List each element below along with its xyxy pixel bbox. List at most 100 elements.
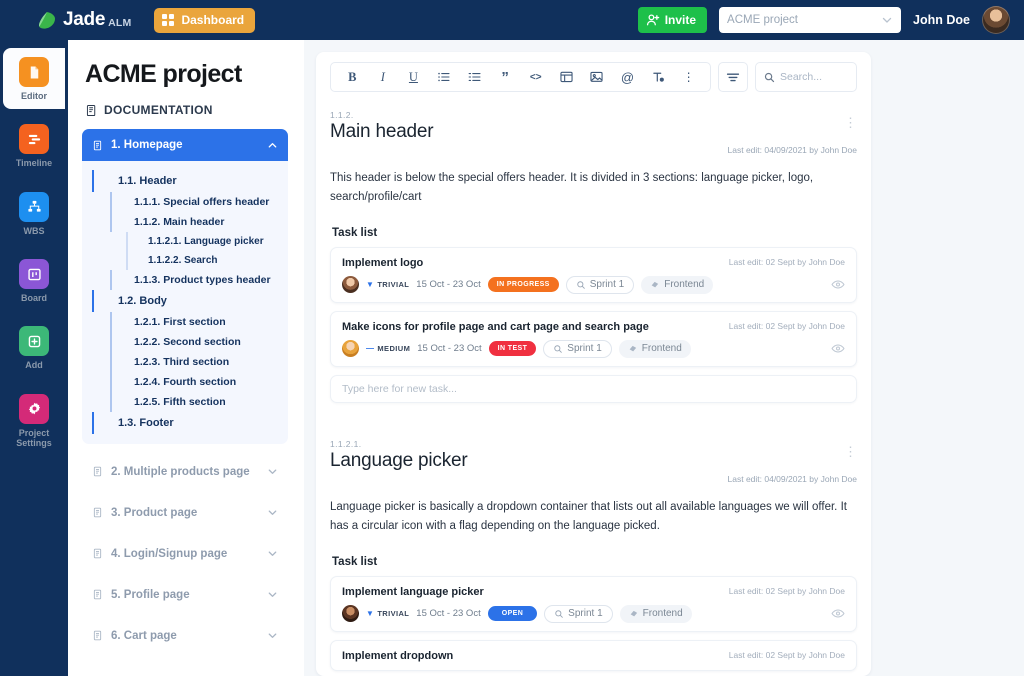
table-button[interactable]	[556, 66, 576, 88]
tree-node-1-2[interactable]: 1.2. Body	[92, 290, 288, 312]
mention-button[interactable]: @	[617, 66, 637, 88]
tree-node-1-2-5[interactable]: 1.2.5. Fifth section	[110, 392, 288, 412]
task-row-meta: ▼ TRIVIAL 15 Oct - 23 Oct OPEN Sprint 1	[342, 604, 845, 623]
chevron-down-icon[interactable]	[267, 589, 278, 600]
tree-node-1-2-2[interactable]: 1.2.2. Second section	[110, 332, 288, 352]
task-row[interactable]: Implement dropdown Last edit: 02 Sept by…	[330, 639, 857, 671]
tree-node-1-1-2-2[interactable]: 1.1.2.2. Search	[126, 251, 288, 270]
image-button[interactable]	[587, 66, 607, 88]
task-priority[interactable]: ▼ TRIVIAL	[366, 609, 409, 618]
task-assignee-avatar[interactable]	[342, 276, 359, 294]
bullet-list-button[interactable]	[434, 66, 454, 88]
task-tag-chip[interactable]: Frontend	[619, 604, 692, 623]
document-scroll-area[interactable]: 1.1.2. Main header ⋮ Last edit: 04/09/20…	[316, 102, 871, 674]
tree-node-1-2-4[interactable]: 1.2.4. Fourth section	[110, 372, 288, 392]
task-row[interactable]: Implement logo Last edit: 02 Sept by Joh…	[330, 246, 857, 303]
book-icon	[85, 104, 98, 117]
sidebar-item-project-settings[interactable]: Project Settings	[3, 385, 65, 457]
eye-icon[interactable]	[831, 279, 845, 290]
task-row[interactable]: Make icons for profile page and cart pag…	[330, 310, 857, 367]
documentation-header[interactable]: DOCUMENTATION	[85, 103, 288, 117]
sidebar-item-board[interactable]: Board	[3, 250, 65, 311]
quote-button[interactable]: ”	[495, 66, 515, 88]
clear-format-button[interactable]	[648, 66, 668, 88]
eye-icon[interactable]	[831, 608, 845, 619]
sidebar-item-wbs[interactable]: WBS	[3, 183, 65, 244]
task-assignee-avatar[interactable]	[342, 605, 359, 623]
task-title: Implement language picker	[342, 585, 484, 598]
dashboard-button[interactable]: Dashboard	[154, 7, 256, 33]
section-title: Main header	[330, 121, 434, 142]
sidebar-item-add[interactable]: Add	[3, 317, 65, 378]
task-sprint-chip[interactable]: Sprint 1	[544, 604, 613, 623]
task-dates[interactable]: 15 Oct - 23 Oct	[416, 279, 480, 290]
task-priority[interactable]: ▼ TRIVIAL	[366, 280, 409, 289]
grid-icon	[162, 14, 175, 26]
chevron-down-icon[interactable]	[267, 548, 278, 559]
code-button[interactable]: <>	[526, 66, 546, 88]
task-tag-chip[interactable]: Frontend	[618, 339, 691, 358]
italic-button[interactable]: I	[373, 66, 393, 88]
tree-node-1-1-1[interactable]: 1.1.1. Special offers header	[110, 192, 288, 212]
tree-node-1-1-2-1[interactable]: 1.1.2.1. Language picker	[126, 232, 288, 251]
chevron-up-icon[interactable]	[267, 140, 278, 151]
status-badge[interactable]: IN PROGRESS	[487, 277, 559, 293]
tree-node-1-1-3[interactable]: 1.1.3. Product types header	[110, 270, 288, 290]
chevron-down-icon[interactable]	[267, 507, 278, 518]
status-badge[interactable]: OPEN	[487, 606, 538, 622]
task-priority[interactable]: — MEDIUM	[366, 344, 410, 353]
bold-button[interactable]: B	[342, 66, 362, 88]
tree-profile-page[interactable]: 5. Profile page	[82, 574, 288, 615]
avatar[interactable]	[982, 6, 1010, 34]
section-more-icon[interactable]: ⋮	[844, 439, 857, 458]
tree-product-page[interactable]: 3. Product page	[82, 492, 288, 533]
task-sprint-chip[interactable]: Sprint 1	[565, 275, 635, 294]
tree-node-1-1[interactable]: 1.1. Header	[92, 170, 288, 192]
underline-button[interactable]: U	[403, 66, 423, 88]
section-body-text[interactable]: This header is below the special offers …	[330, 169, 857, 207]
tree-cart-page-label: 6. Cart page	[111, 629, 177, 642]
task-dates[interactable]: 15 Oct - 23 Oct	[417, 343, 481, 354]
tag-icon	[629, 609, 639, 619]
filter-icon	[726, 71, 740, 84]
eye-icon[interactable]	[831, 343, 845, 354]
section-heading-block: 1.1.2.1. Language picker	[330, 439, 468, 472]
numbered-list-button[interactable]	[465, 66, 485, 88]
tree-cart-page[interactable]: 6. Cart page	[82, 615, 288, 656]
project-select[interactable]: ACME project	[719, 7, 902, 33]
task-title: Implement dropdown	[342, 649, 454, 662]
status-badge[interactable]: IN TEST	[488, 341, 537, 357]
section-last-edit: Last edit: 04/09/2021 by John Doe	[727, 473, 857, 484]
sitemap-icon	[19, 191, 49, 222]
task-row[interactable]: Implement language picker Last edit: 02 …	[330, 575, 857, 632]
tree-node-1-1-2[interactable]: 1.1.2. Main header	[110, 212, 288, 232]
tree-node-1-2-3[interactable]: 1.2.3. Third section	[110, 352, 288, 372]
sidebar-item-board-label: Board	[20, 293, 47, 304]
task-tag-chip[interactable]: Frontend	[641, 275, 714, 294]
chevron-down-icon[interactable]	[267, 466, 278, 477]
task-assignee-avatar[interactable]	[342, 340, 359, 358]
sidebar-item-timeline[interactable]: Timeline	[3, 115, 65, 176]
section-language-picker: 1.1.2.1. Language picker ⋮ Last edit: 04…	[330, 439, 857, 671]
editor-panel: B I U ” <> @ ⋮ Search... 1.1.2. Main hea…	[316, 52, 871, 676]
task-dates[interactable]: 15 Oct - 23 Oct	[416, 608, 480, 619]
brand-logo-group[interactable]: Jade ALM	[36, 9, 131, 31]
section-body-text[interactable]: Language picker is basically a dropdown …	[330, 498, 857, 536]
tree-multiple-products-page[interactable]: 2. Multiple products page	[82, 451, 288, 492]
task-last-edit: Last edit: 02 Sept by John Doe	[728, 320, 845, 331]
section-more-icon[interactable]: ⋮	[844, 110, 857, 129]
tree-node-1-3[interactable]: 1.3. Footer	[92, 412, 288, 434]
search-input[interactable]: Search...	[755, 62, 857, 92]
chevron-down-icon[interactable]	[267, 630, 278, 641]
tree-homepage-header[interactable]: 1. Homepage	[82, 129, 288, 161]
task-sprint-chip[interactable]: Sprint 1	[543, 339, 612, 358]
invite-button[interactable]: Invite	[637, 7, 708, 33]
new-task-input[interactable]: Type here for new task...	[330, 374, 857, 403]
more-options-button[interactable]: ⋮	[679, 66, 699, 88]
task-tag-label: Frontend	[664, 279, 705, 291]
priority-marker-icon: ▼	[366, 609, 375, 619]
sidebar-item-editor[interactable]: Editor	[3, 48, 65, 110]
tree-node-1-2-1[interactable]: 1.2.1. First section	[110, 312, 288, 332]
tree-login-signup-page[interactable]: 4. Login/Signup page	[82, 533, 288, 574]
filter-button[interactable]	[718, 62, 748, 92]
